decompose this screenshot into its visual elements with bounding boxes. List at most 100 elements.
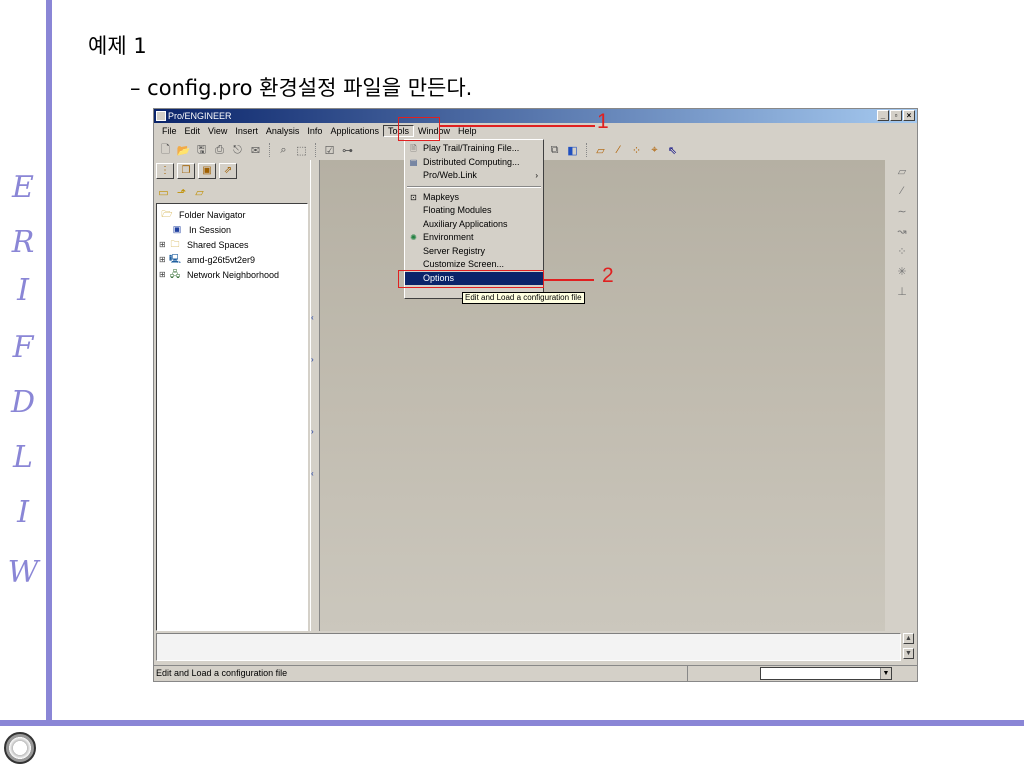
menu-item-label: Server Registry [423, 245, 486, 256]
sketch-plane-icon[interactable]: ▱ [888, 165, 916, 185]
model-tree-tab-icon[interactable]: ⋮ [156, 163, 174, 179]
folder-icon[interactable]: ▭ [156, 185, 171, 199]
navigator-splitter[interactable] [310, 160, 320, 631]
submenu-arrow-icon: › [535, 171, 538, 180]
tree-item-shared-spaces[interactable]: ⊞ 🗀 Shared Spaces [159, 237, 305, 252]
new-folder-icon[interactable]: ▱ [192, 185, 207, 199]
window-titlebar[interactable]: Pro/ENGINEER _ ▫ × [154, 109, 917, 123]
restore-button[interactable]: ▫ [890, 110, 902, 121]
menu-analysis[interactable]: Analysis [262, 126, 304, 136]
folder-up-icon[interactable]: ⬏ [174, 185, 189, 199]
menu-item-label: Customize Screen... [423, 259, 505, 269]
navigator-icon: 🗁 [161, 209, 173, 219]
curve-icon[interactable]: ∼ [888, 205, 916, 225]
menu-item-distributed-computing[interactable]: ▤ Distributed Computing... [405, 156, 543, 170]
expand-icon[interactable]: ⊞ [159, 270, 167, 279]
watermark-letter: D [10, 385, 36, 420]
coordinate-system-icon[interactable]: ✳ [888, 265, 916, 285]
toolbar-separator [315, 143, 316, 157]
save-icon[interactable]: 🖫 [194, 143, 209, 157]
send-icon[interactable]: ⎋ [230, 143, 245, 157]
print-icon[interactable]: ⎙ [212, 143, 227, 157]
relations-icon[interactable]: ⊶ [340, 143, 355, 157]
analysis-icon[interactable]: ⊥ [888, 285, 916, 305]
tree-item-computer[interactable]: ⊞ 🖳 amd-g26t5vt2er9 [159, 252, 305, 267]
menu-help[interactable]: Help [454, 126, 481, 136]
datum-toolbar: ▱ ⁄ ∼ ↝ ⁘ ✳ ⊥ [888, 165, 916, 305]
tree-item-folder-navigator[interactable]: 🗁 Folder Navigator [159, 207, 305, 222]
network-icon: 🖧 [169, 269, 181, 279]
regenerate-icon[interactable]: ☑ [322, 143, 337, 157]
app-icon [156, 111, 166, 121]
tree-item-network[interactable]: ⊞ 🖧 Network Neighborhood [159, 267, 305, 282]
datum-point-icon[interactable]: ⁘ [629, 143, 644, 157]
menu-applications[interactable]: Applications [326, 126, 383, 136]
tree-label: amd-g26t5vt2er9 [187, 254, 256, 265]
navigator-subtoolbar: ▭ ⬏ ▱ [156, 185, 207, 199]
datum-axis-icon[interactable]: ⁄ [611, 143, 626, 157]
message-scrollbar[interactable]: ▲ ▼ [903, 633, 916, 661]
toolbar-separator [586, 143, 587, 157]
collapse-left-icon[interactable]: ‹ [311, 313, 314, 322]
shared-folder-icon: 🗀 [170, 239, 180, 249]
menu-item-auxiliary-applications[interactable]: Auxiliary Applications [405, 218, 543, 232]
datum-plane-icon[interactable]: ▱ [593, 143, 608, 157]
new-file-icon[interactable]: 🗋 [158, 143, 173, 157]
folder-navigator-tree: 🗁 Folder Navigator ▣ In Session ⊞ 🗀 Shar… [156, 203, 308, 631]
expand-right-icon[interactable]: › [311, 355, 314, 364]
scroll-up-icon[interactable]: ▲ [903, 633, 914, 644]
sketch-curve-icon[interactable]: ↝ [888, 225, 916, 245]
proe-window: Pro/ENGINEER _ ▫ × File Edit View Insert… [153, 108, 918, 682]
scroll-down-icon[interactable]: ▼ [903, 648, 914, 659]
expand-icon[interactable]: ⊞ [159, 240, 167, 249]
expand-right-icon[interactable]: › [311, 427, 314, 436]
distributed-icon: ▤ [409, 157, 418, 167]
select-box-icon[interactable]: ⬚ [294, 143, 309, 157]
annotation-line-1 [440, 125, 595, 127]
annotation-box-tools [398, 117, 440, 141]
footer-accent-stripe [0, 720, 1024, 726]
datum-point-icon[interactable]: ⁘ [888, 245, 916, 265]
menu-item-label: Pro/Web.Link [423, 170, 477, 180]
favorites-tab-icon[interactable]: ▣ [198, 163, 216, 179]
menu-item-mapkeys[interactable]: ⊡ Mapkeys [405, 191, 543, 205]
menu-item-pro-web-link[interactable]: Pro/Web.Link › [405, 169, 543, 183]
menu-view[interactable]: View [204, 126, 231, 136]
menu-item-environment[interactable]: ✺ Environment [405, 231, 543, 245]
menu-insert[interactable]: Insert [231, 126, 262, 136]
slide-title: 예제 1 [88, 34, 147, 58]
chevron-down-icon[interactable]: ▼ [880, 668, 891, 679]
minimize-button[interactable]: _ [877, 110, 889, 121]
menu-item-server-registry[interactable]: Server Registry [405, 245, 543, 259]
slide-sidebar [0, 0, 46, 768]
session-icon: ▣ [172, 224, 182, 234]
tree-item-in-session[interactable]: ▣ In Session [159, 222, 305, 237]
folder-browser-tab-icon[interactable]: ❐ [177, 163, 195, 179]
axis-icon[interactable]: ⁄ [888, 185, 916, 205]
menu-edit[interactable]: Edit [181, 126, 205, 136]
coord-sys-icon[interactable]: ⌖ [647, 143, 662, 157]
menu-info[interactable]: Info [303, 126, 326, 136]
menu-file[interactable]: File [158, 126, 181, 136]
toolbar-separator [269, 143, 270, 157]
watermark-letter: I [17, 495, 29, 530]
menu-item-label: Environment [423, 232, 474, 242]
close-button[interactable]: × [903, 110, 915, 121]
open-folder-icon[interactable]: 📂 [176, 143, 191, 157]
shaded-icon[interactable]: ◧ [565, 143, 580, 157]
computer-icon: 🖳 [169, 254, 182, 264]
options-tooltip: Edit and Load a configuration file [462, 292, 585, 304]
wireframe-icon[interactable]: ⧉ [547, 143, 562, 157]
context-help-icon[interactable]: ⇖ [665, 143, 680, 157]
statusbar: Edit and Load a configuration file ▼ [154, 665, 917, 681]
menu-item-floating-modules[interactable]: Floating Modules [405, 204, 543, 218]
annotation-number-2: 2 [602, 264, 614, 287]
menu-item-play-trail[interactable]: 🗎 Play Trail/Training File... [405, 142, 543, 156]
collapse-left-icon[interactable]: ‹ [311, 469, 314, 478]
expand-icon[interactable]: ⊞ [159, 255, 167, 264]
mail-icon[interactable]: ✉ [248, 143, 263, 157]
connections-tab-icon[interactable]: ⇗ [219, 163, 237, 179]
filter-select[interactable]: ▼ [760, 667, 892, 680]
annotation-box-options [398, 270, 544, 288]
find-icon[interactable]: ⌕ [276, 143, 291, 157]
